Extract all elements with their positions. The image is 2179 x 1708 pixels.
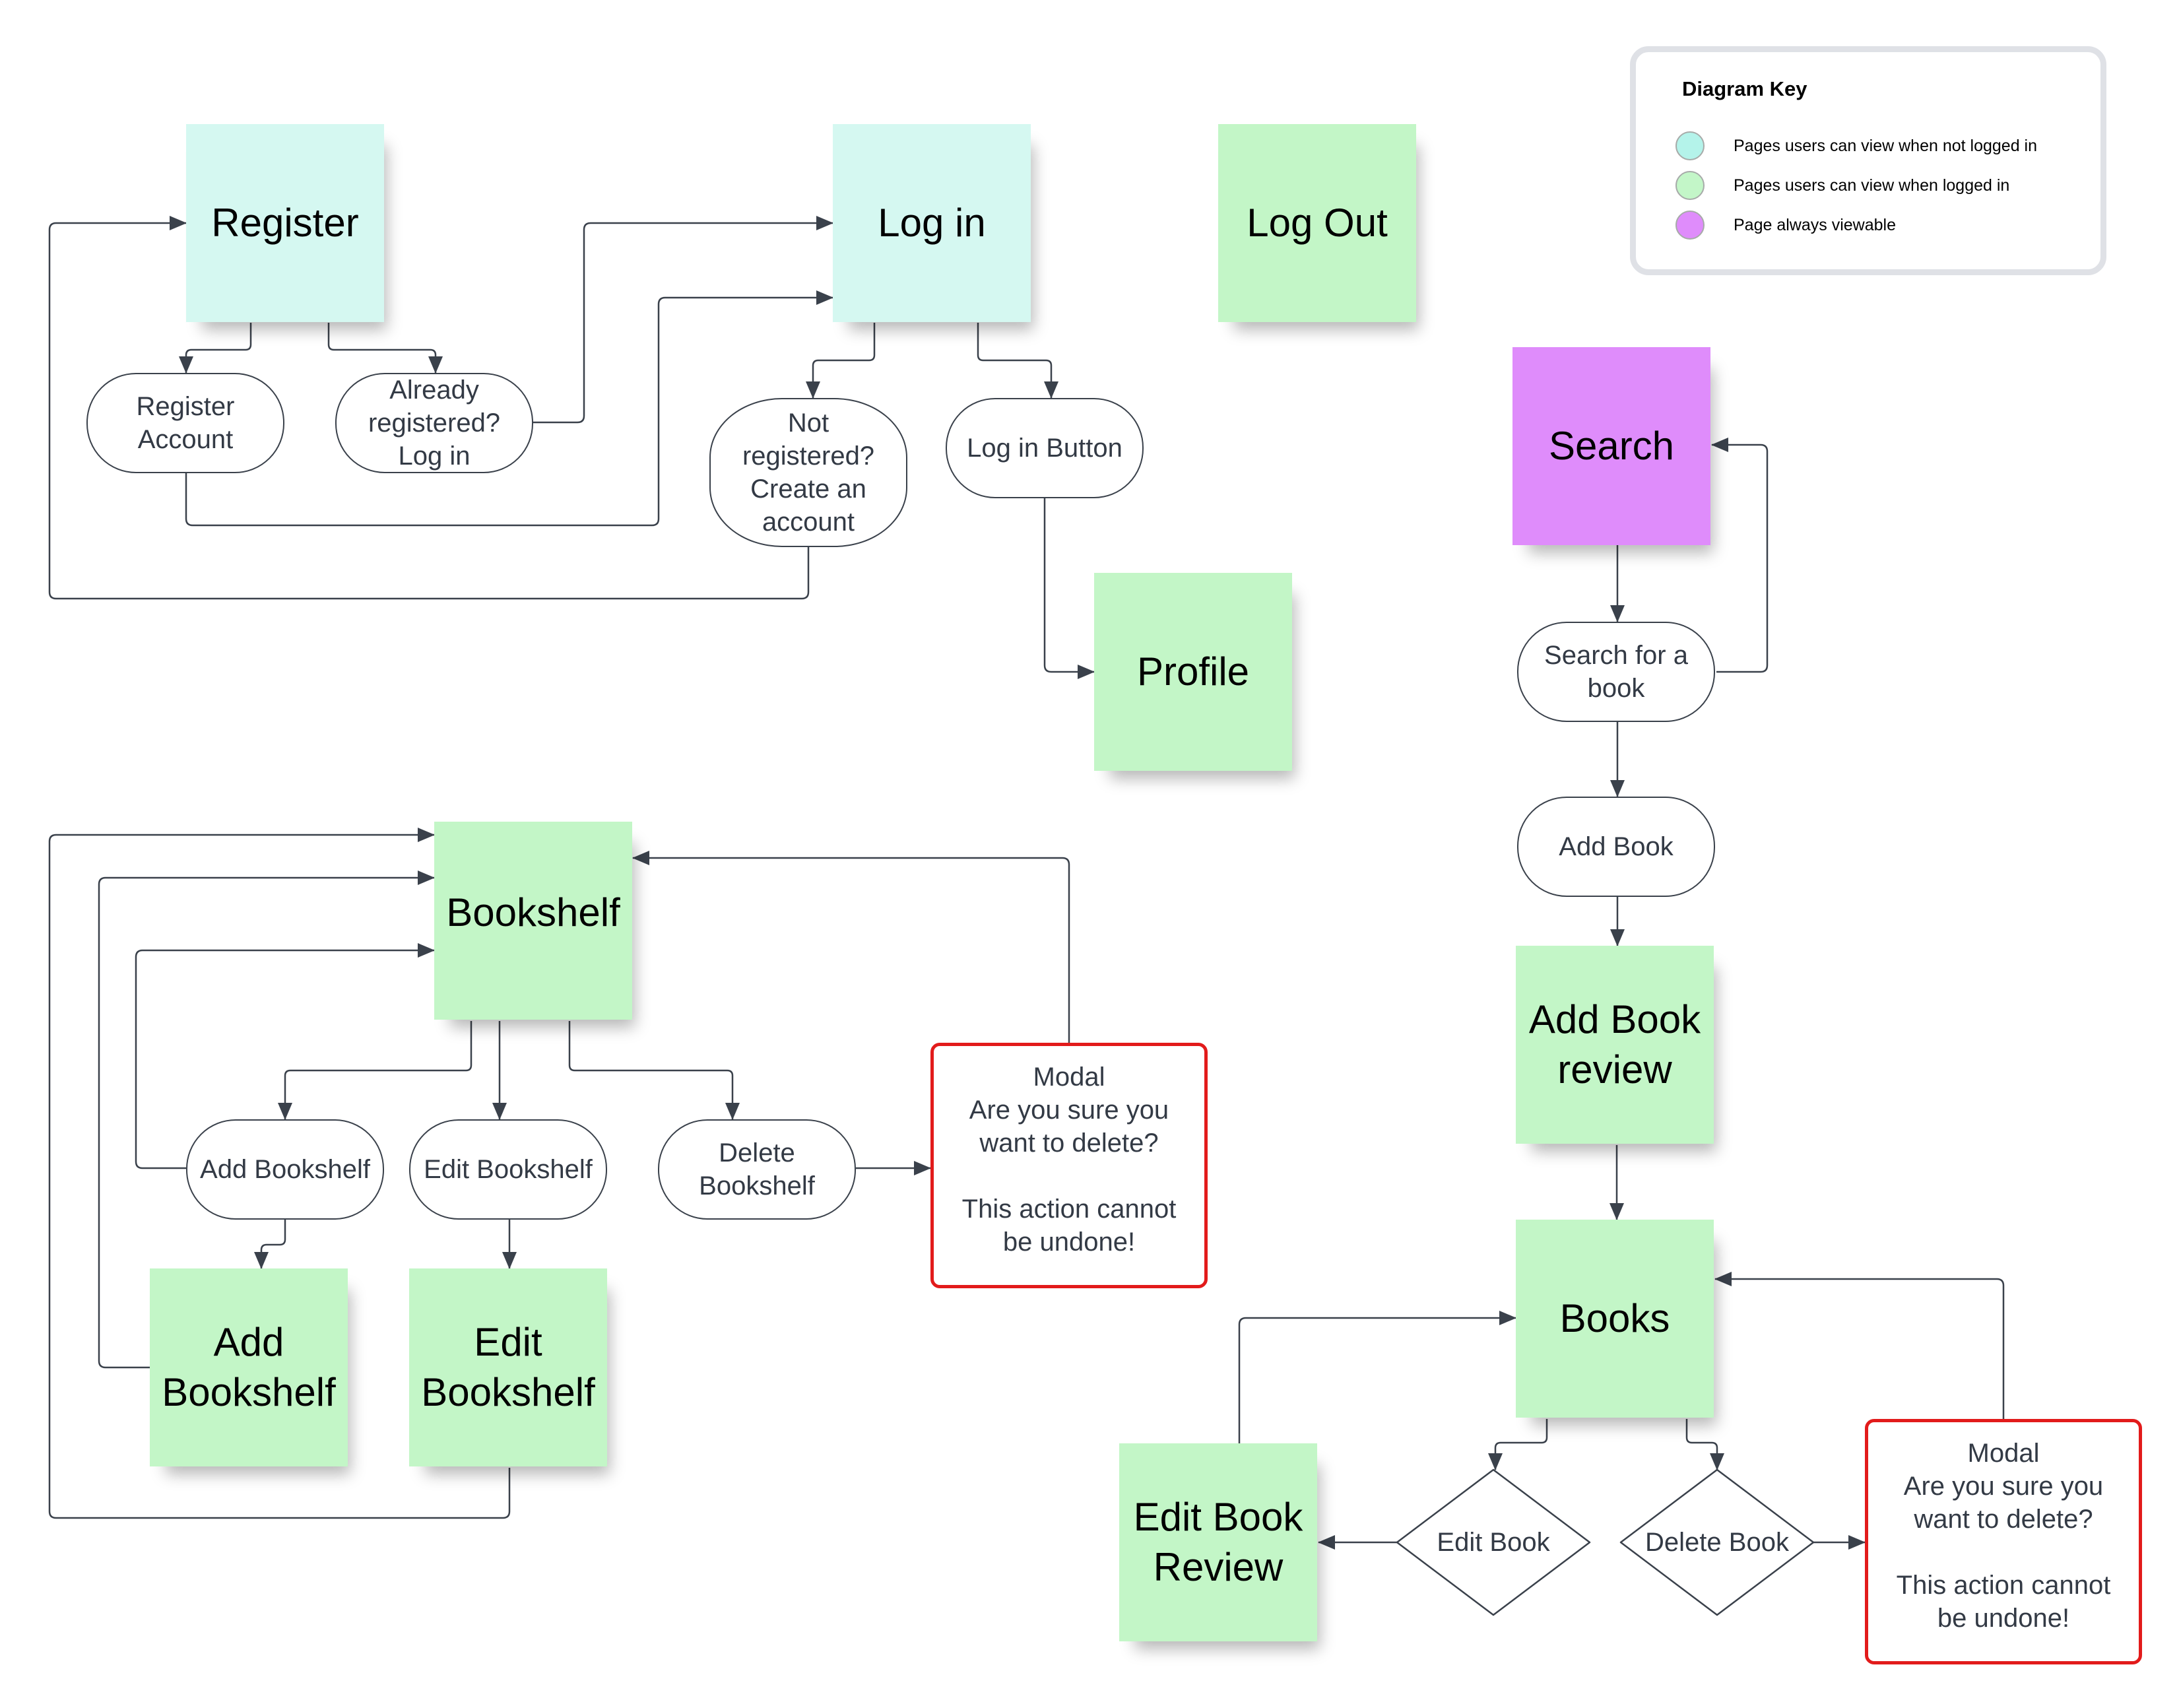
legend-item-logged-out: Pages users can view when not logged in bbox=[1675, 131, 2037, 160]
edge-modal-to-books bbox=[1714, 1272, 2005, 1419]
legend-item-always: Page always viewable bbox=[1675, 211, 1896, 240]
action-login-button[interactable]: Log in Button bbox=[946, 398, 1144, 498]
edge-add-bookshelf-pill-to-add-bookshelf bbox=[254, 1220, 286, 1269]
action-delete-bookshelf[interactable]: Delete Bookshelf bbox=[658, 1119, 856, 1220]
edge-edit-book-review-to-books bbox=[1238, 1311, 1516, 1443]
legend-swatch-always bbox=[1675, 211, 1705, 240]
page-profile[interactable]: Profile bbox=[1094, 573, 1292, 771]
action-add-bookshelf[interactable]: Add Bookshelf bbox=[186, 1119, 384, 1220]
modal-delete-bookshelf[interactable]: Modal Are you sure you want to delete? T… bbox=[930, 1043, 1208, 1288]
edge-books-to-edit-book bbox=[1488, 1419, 1548, 1470]
edge-bookshelf-to-delete-bookshelf-pill bbox=[568, 1021, 740, 1120]
edge-modal-to-bookshelf bbox=[632, 851, 1070, 1043]
modal-delete-book[interactable]: Modal Are you sure you want to delete? T… bbox=[1865, 1419, 2142, 1664]
legend-label: Pages users can view when logged in bbox=[1734, 176, 2010, 195]
action-already-registered[interactable]: Already registered? Log in bbox=[335, 373, 533, 473]
page-edit-bookshelf[interactable]: Edit Bookshelf bbox=[409, 1268, 607, 1466]
legend-label: Pages users can view when not logged in bbox=[1734, 136, 2038, 155]
page-add-bookshelf-label: Add Bookshelf bbox=[162, 1320, 336, 1414]
action-register-account[interactable]: Register Account bbox=[86, 373, 284, 473]
edge-already-registered-to-login bbox=[533, 216, 833, 424]
legend-label: Page always viewable bbox=[1734, 215, 1896, 234]
edge-register-to-already-registered bbox=[327, 323, 443, 374]
page-search-label: Search bbox=[1548, 424, 1675, 468]
edge-login-button-to-profile bbox=[1043, 498, 1095, 679]
page-register-label: Register bbox=[211, 201, 359, 245]
action-edit-bookshelf[interactable]: Edit Bookshelf bbox=[409, 1119, 607, 1220]
edge-login-to-login-button bbox=[977, 323, 1058, 399]
action-delete-book[interactable]: Delete Book bbox=[1621, 1470, 1813, 1615]
edge-books-to-delete-book bbox=[1685, 1419, 1724, 1470]
page-edit-book-review-label: Edit Book Review bbox=[1133, 1495, 1303, 1589]
action-edit-book[interactable]: Edit Book bbox=[1397, 1470, 1590, 1615]
page-add-bookshelf[interactable]: Add Bookshelf bbox=[150, 1268, 348, 1466]
page-add-book-review-label: Add Book review bbox=[1528, 997, 1701, 1092]
page-bookshelf-label: Bookshelf bbox=[446, 890, 620, 935]
page-login-label: Log in bbox=[878, 201, 986, 245]
legend-swatch-logged-out bbox=[1675, 131, 1705, 160]
action-not-registered[interactable]: Not registered? Create an account bbox=[709, 398, 907, 547]
edge-register-to-register-account bbox=[179, 323, 252, 374]
page-logout-label: Log Out bbox=[1247, 201, 1388, 245]
page-logout[interactable]: Log Out bbox=[1218, 124, 1416, 322]
action-search-for-book[interactable]: Search for a book bbox=[1517, 622, 1715, 722]
page-edit-book-review[interactable]: Edit Book Review bbox=[1119, 1443, 1317, 1641]
page-login[interactable]: Log in bbox=[833, 124, 1031, 322]
page-profile-label: Profile bbox=[1136, 649, 1250, 694]
page-bookshelf[interactable]: Bookshelf bbox=[434, 822, 632, 1020]
diagram-key: Diagram Key Pages users can view when no… bbox=[1630, 46, 2106, 275]
action-add-book[interactable]: Add Book bbox=[1517, 797, 1715, 897]
edge-login-to-not-registered bbox=[806, 323, 876, 399]
diagram-key-title: Diagram Key bbox=[1682, 77, 1807, 100]
page-books-label: Books bbox=[1559, 1296, 1670, 1340]
page-search[interactable]: Search bbox=[1512, 347, 1710, 545]
legend-swatch-logged-in bbox=[1675, 171, 1705, 200]
page-books[interactable]: Books bbox=[1516, 1220, 1714, 1418]
legend-item-logged-in: Pages users can view when logged in bbox=[1675, 171, 2009, 200]
page-register[interactable]: Register bbox=[186, 124, 384, 322]
edge-search-for-book-to-search bbox=[1711, 438, 1769, 673]
page-add-book-review[interactable]: Add Book review bbox=[1516, 946, 1714, 1144]
edge-bookshelf-to-add-bookshelf-pill bbox=[278, 1021, 472, 1120]
page-edit-bookshelf-label: Edit Bookshelf bbox=[421, 1320, 595, 1414]
